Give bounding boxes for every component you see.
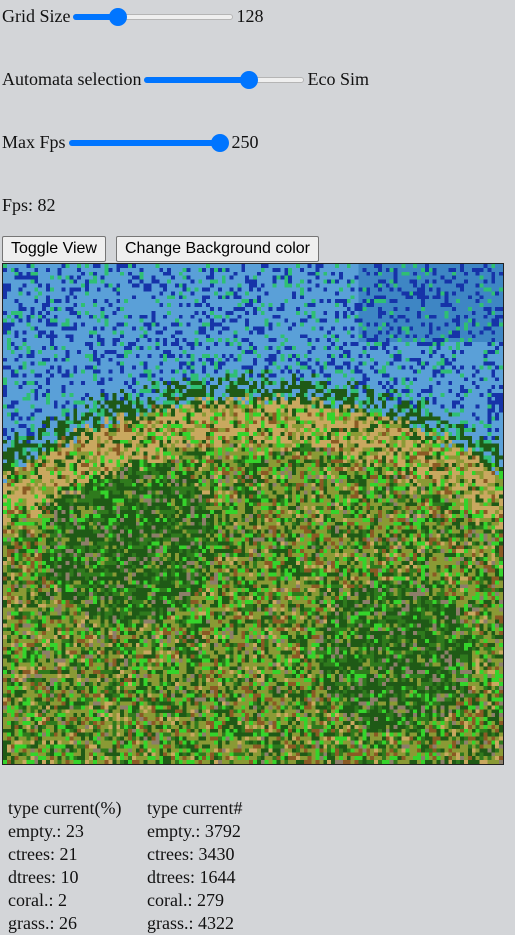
automata-slider[interactable] [144,70,305,90]
stats-count-header: type current# [147,798,243,818]
fps-label: Fps: [2,195,34,215]
stats-percent-row: dtrees: 10 [8,867,79,887]
stats-percent-column: type current(%) empty.: 23 ctrees: 21 dt… [8,797,121,935]
grid-size-label: Grid Size [2,6,71,26]
max-fps-slider[interactable] [68,133,229,153]
stats-percent-row: ctrees: 21 [8,844,78,864]
grid-size-slider[interactable] [73,7,234,27]
stats-count-row: coral.: 279 [147,890,224,910]
max-fps-value: 250 [231,132,259,152]
toggle-view-button[interactable]: Toggle View [2,236,106,262]
stats-count-row: dtrees: 1644 [147,867,236,887]
fps-readout: Fps: 82 [2,195,56,216]
grid-size-value: 128 [236,6,264,26]
automata-row: Automata selection Eco Sim [2,69,369,90]
fps-value: 82 [37,195,56,215]
max-fps-label: Max Fps [2,132,66,152]
max-fps-row: Max Fps 250 [2,132,259,153]
automata-value: Eco Sim [307,69,369,89]
automata-label: Automata selection [2,69,142,89]
max-fps-slider-thumb[interactable] [210,133,229,152]
stats-percent-row: grass.: 26 [8,913,77,933]
grid-size-slider-thumb[interactable] [108,7,127,26]
stats-count-row: ctrees: 3430 [147,844,235,864]
stats-percent-row: empty.: 23 [8,821,84,841]
stats-percent-header: type current(%) [8,798,122,818]
automata-slider-thumb[interactable] [239,70,258,89]
stats-count-row: empty.: 3792 [147,821,241,841]
simulation-canvas[interactable] [2,263,504,765]
change-background-color-button[interactable]: Change Background color [116,236,320,262]
stats-percent-row: coral.: 2 [8,890,67,910]
stats-count-row: grass.: 4322 [147,913,234,933]
eco-sim-grid[interactable] [3,264,503,764]
grid-size-row: Grid Size 128 [2,6,263,27]
stats-count-column: type current# empty.: 3792 ctrees: 3430 … [147,797,242,935]
